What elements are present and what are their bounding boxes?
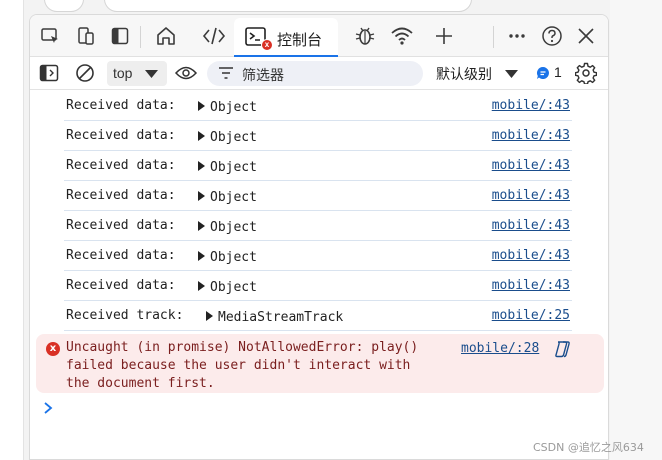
log-source-link[interactable]: mobile/:43 — [492, 278, 570, 293]
page-content-edge — [0, 0, 24, 460]
chevron-down-icon — [505, 70, 518, 78]
error-icon: x — [46, 342, 60, 356]
log-object[interactable]: Object — [210, 190, 257, 205]
tab-console-label: 控制台 — [277, 32, 323, 49]
log-object[interactable]: Object — [210, 250, 257, 265]
error-text-line: the document first. — [66, 376, 215, 391]
log-text: Received data: — [66, 128, 176, 143]
log-object[interactable]: Object — [210, 100, 257, 115]
console-error-row: x Uncaught (in promise) NotAllowedError:… — [36, 334, 604, 393]
expand-triangle-icon[interactable] — [198, 251, 205, 261]
log-levels-label: 默认级别 — [436, 66, 492, 82]
tab-console[interactable]: x 控制台 — [234, 18, 338, 57]
clear-console-icon[interactable] — [74, 62, 96, 84]
console-log-row: Received data: Object mobile/:43 — [64, 211, 572, 241]
log-text: Received data: — [66, 158, 176, 173]
add-tab-icon[interactable] — [432, 24, 456, 48]
watermark: CSDN @追忆之风634 — [533, 441, 644, 454]
log-object[interactable]: Object — [210, 130, 257, 145]
expand-triangle-icon[interactable] — [198, 221, 205, 231]
devtools-tabbar: x 控制台 — [30, 15, 608, 57]
more-icon[interactable] — [505, 24, 529, 48]
log-object[interactable]: Object — [210, 280, 257, 295]
error-badge: x — [261, 39, 273, 51]
log-source-link[interactable]: mobile/:43 — [492, 218, 570, 233]
error-text-line: failed because the user didn't interact … — [66, 358, 411, 373]
log-text: Received data: — [66, 188, 176, 203]
help-icon[interactable] — [540, 24, 564, 48]
settings-gear-icon[interactable] — [575, 62, 597, 84]
log-source-link[interactable]: mobile/:25 — [492, 308, 570, 323]
log-object[interactable]: Object — [210, 160, 257, 175]
log-source-link[interactable]: mobile/:43 — [492, 128, 570, 143]
chevron-down-icon — [145, 70, 158, 78]
sidebar-toggle-icon[interactable] — [38, 62, 60, 84]
dock-icon[interactable] — [108, 24, 132, 48]
sources-bug-icon[interactable] — [353, 24, 377, 48]
log-text: Received data: — [66, 218, 176, 233]
message-bubble-icon — [536, 67, 549, 79]
console-log-row: Received data: Object mobile/:43 — [64, 241, 572, 271]
log-object[interactable]: MediaStreamTrack — [218, 310, 343, 325]
console-log-row: Received track: MediaStreamTrack mobile/… — [64, 301, 572, 331]
devtools-panel: x 控制台 top 筛选器 默认级别 1 Received data: Obje… — [29, 14, 609, 460]
device-emulation-icon[interactable] — [74, 24, 98, 48]
copilot-explain-icon[interactable] — [553, 340, 571, 358]
console-messages: Received data: Object mobile/:43 Receive… — [30, 90, 608, 459]
browser-window: x 控制台 top 筛选器 默认级别 1 Received data: Obje… — [0, 0, 662, 460]
elements-icon[interactable] — [202, 24, 226, 48]
expand-triangle-icon[interactable] — [198, 161, 205, 171]
message-count: 1 — [554, 64, 562, 80]
filter-input[interactable]: 筛选器 — [207, 61, 423, 86]
expand-triangle-icon[interactable] — [198, 131, 205, 141]
log-source-link[interactable]: mobile/:43 — [492, 188, 570, 203]
edge-sidebar — [610, 0, 662, 460]
log-source-link[interactable]: mobile/:43 — [492, 98, 570, 113]
console-log-row: Received data: Object mobile/:43 — [64, 121, 572, 151]
console-toolbar: top 筛选器 默认级别 1 — [30, 57, 608, 90]
context-select[interactable]: top — [107, 61, 167, 86]
log-object[interactable]: Object — [210, 220, 257, 235]
browser-button[interactable] — [44, 0, 84, 12]
filter-placeholder: 筛选器 — [242, 67, 284, 83]
console-log-row: Received data: Object mobile/:43 — [64, 151, 572, 181]
tabbar-divider — [140, 26, 141, 48]
log-source-link[interactable]: mobile/:43 — [492, 248, 570, 263]
log-text: Received data: — [66, 278, 176, 293]
log-text: Received track: — [66, 308, 184, 323]
welcome-home-icon[interactable] — [154, 24, 178, 48]
log-source-link[interactable]: mobile/:43 — [492, 158, 570, 173]
live-expression-eye-icon[interactable] — [175, 62, 197, 84]
filter-icon — [219, 67, 233, 79]
expand-triangle-icon[interactable] — [198, 101, 205, 111]
error-text-line: Uncaught (in promise) NotAllowedError: p… — [66, 340, 419, 355]
console-log-row: Received data: Object mobile/:43 — [64, 91, 572, 121]
expand-triangle-icon[interactable] — [206, 311, 213, 321]
expand-triangle-icon[interactable] — [198, 191, 205, 201]
error-source-link[interactable]: mobile/:28 — [461, 341, 539, 356]
console-log-row: Received data: Object mobile/:43 — [64, 181, 572, 211]
address-bar[interactable] — [104, 0, 472, 12]
inspect-icon[interactable] — [38, 24, 62, 48]
log-text: Received data: — [66, 98, 176, 113]
console-log-row: Received data: Object mobile/:43 — [64, 271, 572, 301]
tabbar-divider — [493, 26, 494, 48]
context-value: top — [113, 65, 133, 81]
expand-triangle-icon[interactable] — [198, 281, 205, 291]
close-icon[interactable] — [574, 24, 598, 48]
network-wifi-icon[interactable] — [390, 24, 414, 48]
log-text: Received data: — [66, 248, 176, 263]
console-prompt-chevron-icon[interactable] — [43, 401, 53, 415]
